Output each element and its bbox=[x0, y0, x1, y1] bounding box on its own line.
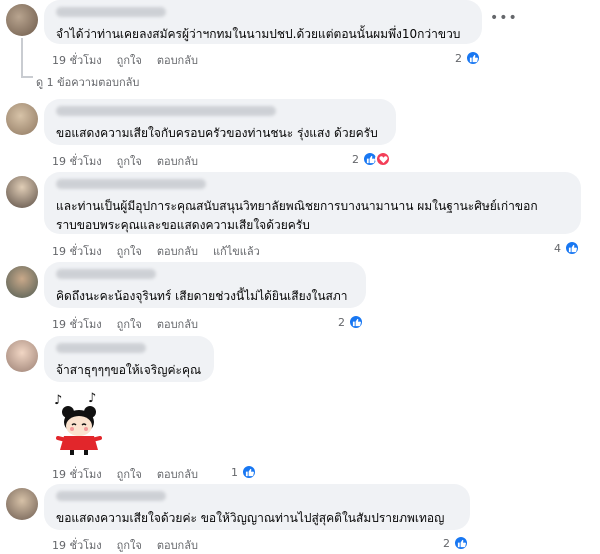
comment-text-line-2: ราบขอบพระคุณและขอแสดงความเสียใจด้วยครับ bbox=[56, 218, 310, 232]
love-reaction-icon bbox=[375, 151, 391, 167]
reaction-count: 2 bbox=[338, 315, 345, 329]
comment-text: คิดถึงนะคะน้องจุรินทร์ เสียดายช่วงนี้ไม่… bbox=[56, 289, 348, 303]
like-button[interactable]: ถูกใจ bbox=[117, 152, 142, 170]
timestamp[interactable]: 19 ชั่วโมง bbox=[52, 51, 102, 69]
reply-button[interactable]: ตอบกลับ bbox=[157, 51, 198, 69]
comment-text: จ้าสาธุๆๆๆขอให้เจริญค่ะคุณ bbox=[56, 363, 202, 377]
reply-button[interactable]: ตอบกลับ bbox=[157, 242, 198, 260]
avatar[interactable] bbox=[6, 266, 38, 298]
reply-button[interactable]: ตอบกลับ bbox=[157, 465, 198, 483]
like-reaction-icon bbox=[348, 314, 364, 330]
comment-actions: 19 ชั่วโมง ถูกใจ ตอบกลับ bbox=[52, 315, 198, 333]
more-options-icon[interactable]: ••• bbox=[490, 10, 518, 26]
author-name-blurred[interactable] bbox=[56, 179, 206, 189]
reply-button[interactable]: ตอบกลับ bbox=[157, 536, 198, 554]
view-replies-link[interactable]: ดู 1 ข้อความตอบกลับ bbox=[36, 73, 139, 91]
avatar[interactable] bbox=[6, 340, 38, 372]
author-name-blurred[interactable] bbox=[56, 106, 276, 116]
author-name-blurred[interactable] bbox=[56, 491, 166, 501]
like-reaction-icon bbox=[453, 535, 469, 551]
reaction-summary[interactable]: 1 bbox=[231, 464, 257, 480]
reaction-summary[interactable]: 2 bbox=[455, 50, 481, 66]
comment-actions: 19 ชั่วโมง ถูกใจ ตอบกลับ แก้ไขแล้ว bbox=[52, 242, 260, 260]
timestamp[interactable]: 19 ชั่วโมง bbox=[52, 315, 102, 333]
like-button[interactable]: ถูกใจ bbox=[117, 465, 142, 483]
thread-line bbox=[21, 38, 23, 78]
comment-actions: 19 ชั่วโมง ถูกใจ ตอบกลับ bbox=[52, 51, 198, 69]
thread-line-branch bbox=[21, 76, 33, 78]
comment-actions: 19 ชั่วโมง ถูกใจ ตอบกลับ bbox=[52, 465, 198, 483]
reaction-summary[interactable]: 2 bbox=[338, 314, 364, 330]
like-button[interactable]: ถูกใจ bbox=[117, 242, 142, 260]
reaction-count: 1 bbox=[231, 465, 238, 479]
comment-text-line-1: และท่านเป็นผู้มีอุปการะคุณสนับสนุนวิทยาล… bbox=[56, 199, 538, 213]
svg-text:♪: ♪ bbox=[54, 393, 62, 408]
like-button[interactable]: ถูกใจ bbox=[117, 51, 142, 69]
like-reaction-icon bbox=[465, 50, 481, 66]
comment-bubble: คิดถึงนะคะน้องจุรินทร์ เสียดายช่วงนี้ไม่… bbox=[44, 262, 366, 308]
avatar[interactable] bbox=[6, 103, 38, 135]
timestamp[interactable]: 19 ชั่วโมง bbox=[52, 152, 102, 170]
reaction-count: 2 bbox=[443, 536, 450, 550]
reaction-summary[interactable]: 4 bbox=[554, 240, 580, 256]
reaction-summary[interactable]: 2 bbox=[443, 535, 469, 551]
avatar[interactable] bbox=[6, 488, 38, 520]
like-reaction-icon bbox=[241, 464, 257, 480]
like-reaction-icon bbox=[564, 240, 580, 256]
comment-text: ขอแสดงความเสียใจกับครอบครัวของท่านชนะ รุ… bbox=[56, 126, 378, 140]
reaction-count: 2 bbox=[455, 51, 462, 65]
avatar[interactable] bbox=[6, 176, 38, 208]
reply-button[interactable]: ตอบกลับ bbox=[157, 152, 198, 170]
comment-actions: 19 ชั่วโมง ถูกใจ ตอบกลับ bbox=[52, 152, 198, 170]
reaction-count: 2 bbox=[352, 152, 359, 166]
like-button[interactable]: ถูกใจ bbox=[117, 536, 142, 554]
comment-bubble: จ้าสาธุๆๆๆขอให้เจริญค่ะคุณ bbox=[44, 336, 214, 382]
sticker-image: ♪ ♪ bbox=[54, 391, 102, 455]
like-button[interactable]: ถูกใจ bbox=[117, 315, 142, 333]
edited-label: แก้ไขแล้ว bbox=[212, 245, 260, 258]
reply-button[interactable]: ตอบกลับ bbox=[157, 315, 198, 333]
comment-bubble: ขอแสดงความเสียใจกับครอบครัวของท่านชนะ รุ… bbox=[44, 99, 396, 145]
timestamp[interactable]: 19 ชั่วโมง bbox=[52, 536, 102, 554]
author-name-blurred[interactable] bbox=[56, 7, 166, 17]
avatar[interactable] bbox=[6, 4, 38, 36]
comment-bubble: ขอแสดงความเสียใจด้วยค่ะ ขอให้วิญญาณท่านไ… bbox=[44, 484, 470, 530]
reaction-count: 4 bbox=[554, 241, 561, 255]
pucca-sticker[interactable]: ♪ ♪ bbox=[48, 388, 112, 458]
author-name-blurred[interactable] bbox=[56, 343, 146, 353]
timestamp[interactable]: 19 ชั่วโมง bbox=[52, 465, 102, 483]
comment-actions: 19 ชั่วโมง ถูกใจ ตอบกลับ bbox=[52, 536, 198, 554]
author-name-blurred[interactable] bbox=[56, 269, 156, 279]
comment-bubble: และท่านเป็นผู้มีอุปการะคุณสนับสนุนวิทยาล… bbox=[44, 172, 581, 234]
comment-text: ขอแสดงความเสียใจด้วยค่ะ ขอให้วิญญาณท่านไ… bbox=[56, 511, 445, 525]
comment-bubble: จำได้ว่าท่านเคยลงสมัครผู้ว่าฯกทมในนามปชป… bbox=[44, 0, 482, 44]
reaction-summary[interactable]: 2 bbox=[352, 151, 391, 167]
svg-text:♪: ♪ bbox=[88, 391, 96, 406]
comment-text: จำได้ว่าท่านเคยลงสมัครผู้ว่าฯกทมในนามปชป… bbox=[56, 27, 461, 41]
timestamp[interactable]: 19 ชั่วโมง bbox=[52, 242, 102, 260]
